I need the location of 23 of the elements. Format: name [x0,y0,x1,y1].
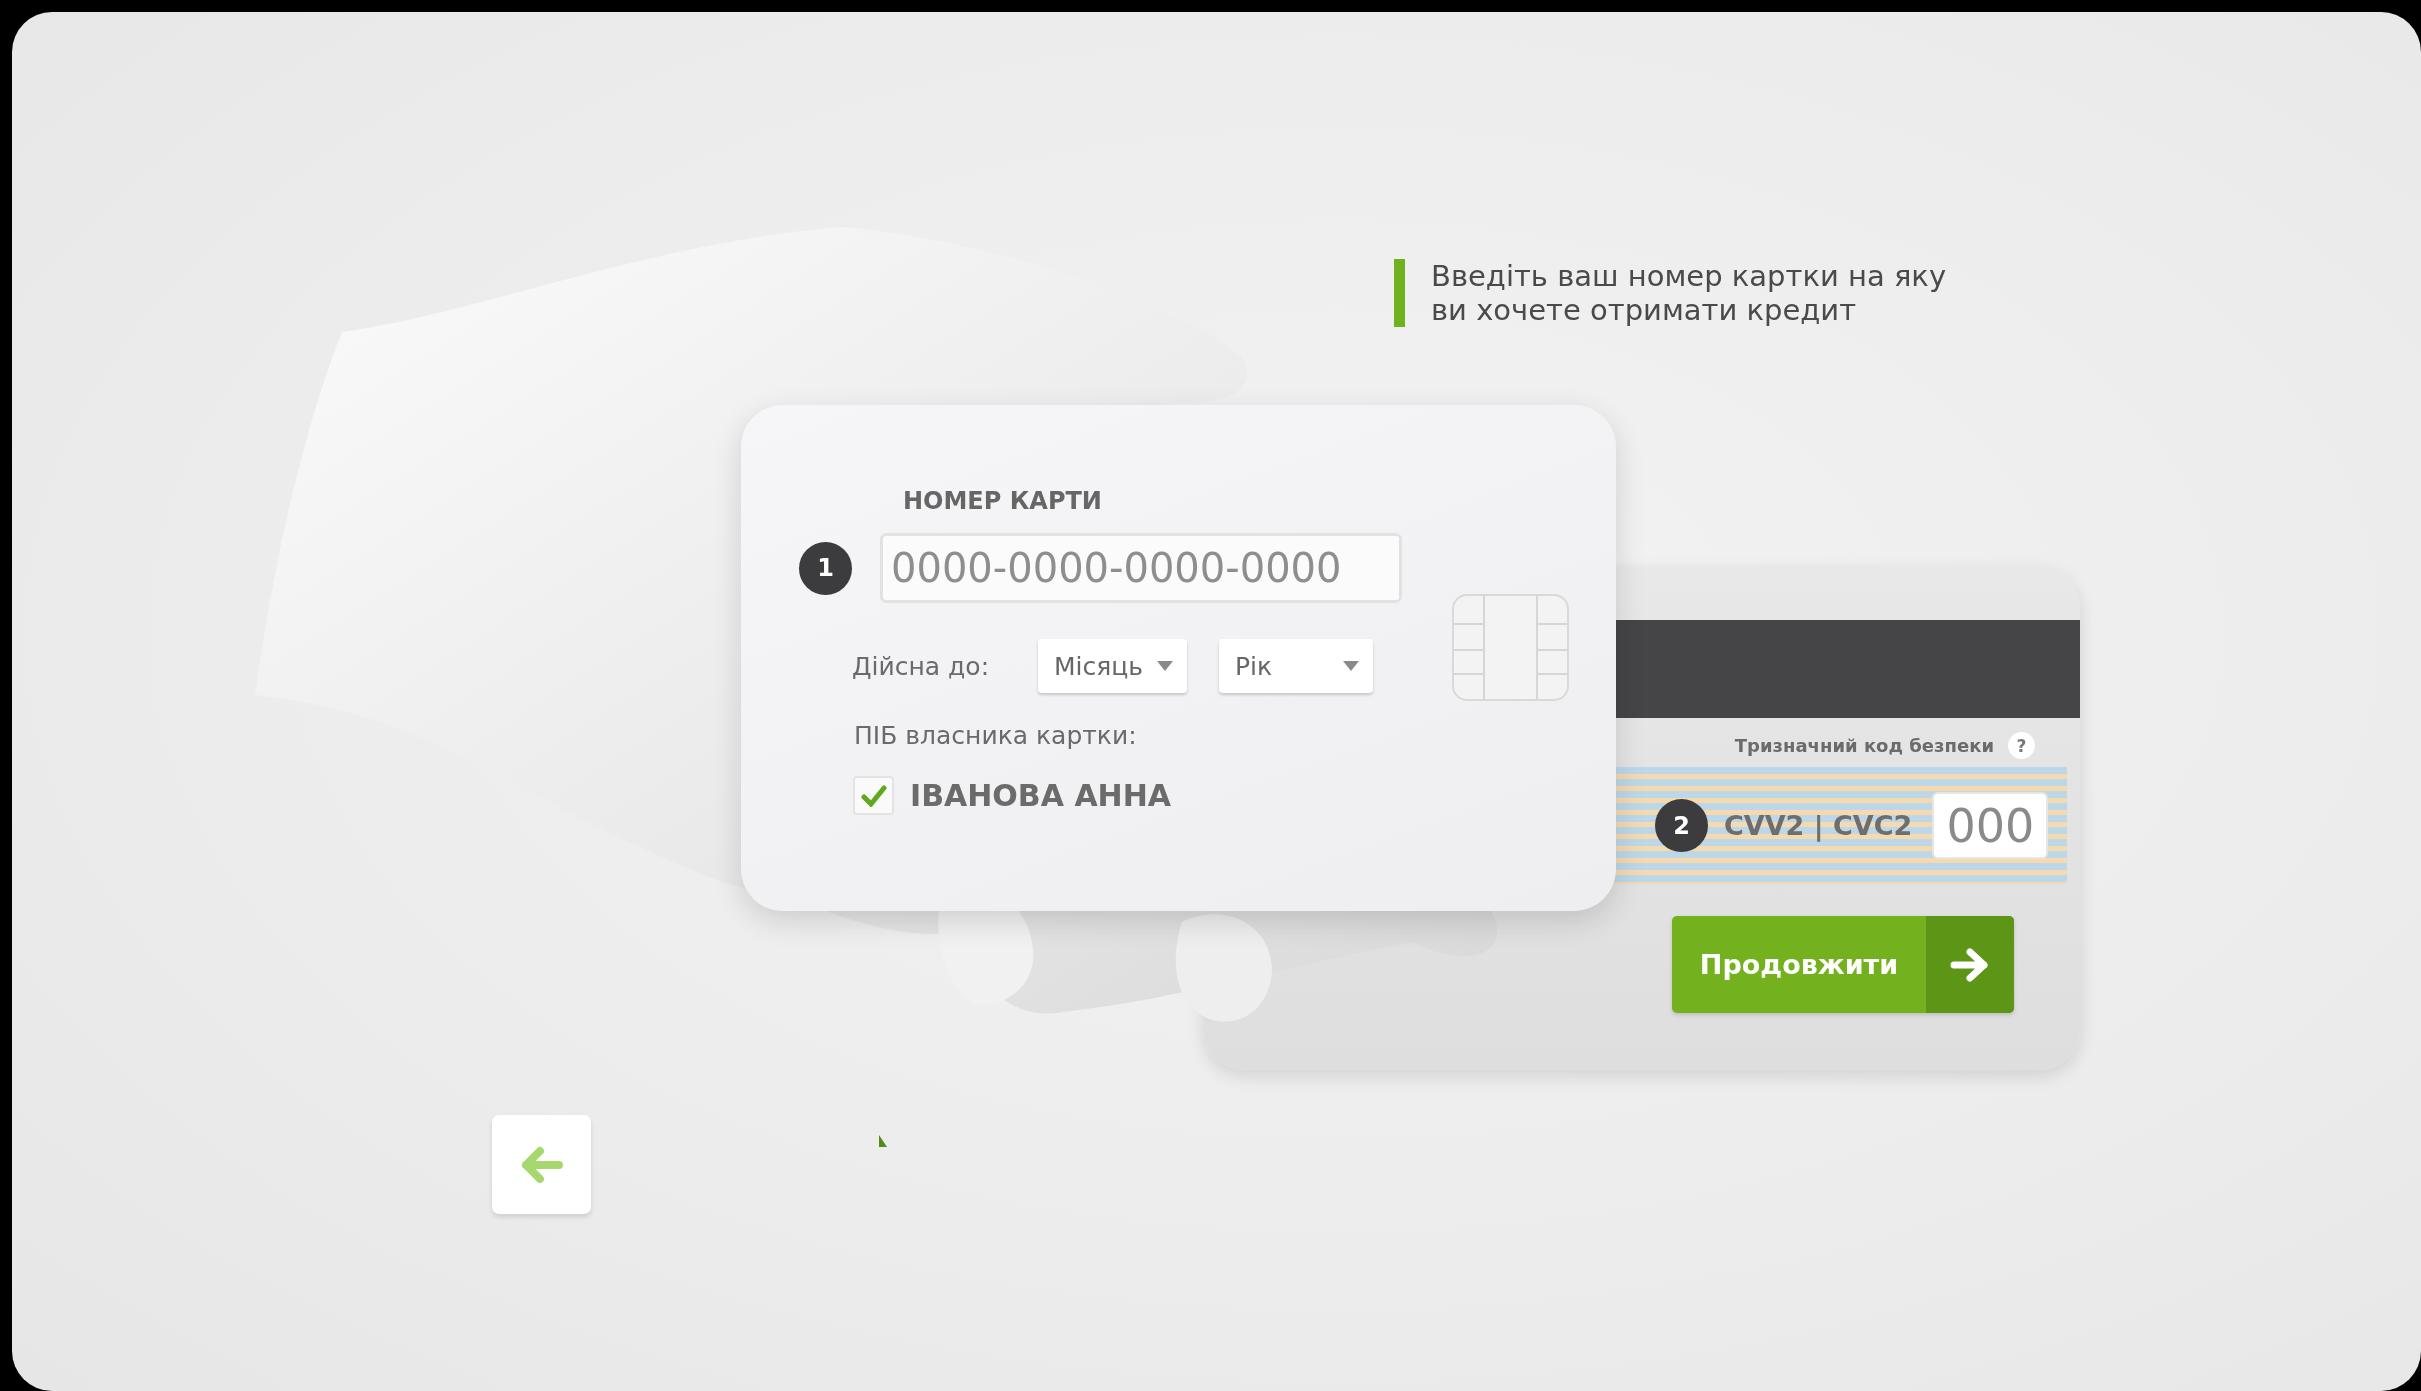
month-select[interactable]: Місяць [1038,639,1187,693]
chip-icon [1452,594,1569,701]
holder-checkbox[interactable] [853,776,894,815]
caret-icon [1157,661,1173,671]
instruction-text: Введіть ваш номер картки на яку ви хочете отримати кредит [1431,259,1947,327]
holder-name: ІВАНОВА АННА [910,778,1172,813]
card-number-label: НОМЕР КАРТИ [903,487,1103,515]
expiry-label: Дійсна до: [852,651,991,681]
cvv-field[interactable]: 000 [1932,792,2049,859]
triangle-icon [878,1135,888,1147]
security-code-label: Тризначний код безпеки [1734,735,1994,756]
caret-icon [1343,661,1359,671]
holder-label: ПІБ власника картки: [854,721,1138,750]
arrow-right-icon [1950,947,1990,982]
card-number-field[interactable]: 0000-0000-0000-0000 [880,533,1402,603]
step-badge: 2 [1655,799,1708,852]
checkmark-icon [860,784,887,807]
help-button[interactable]: ? [2008,732,2035,759]
step-badge: 1 [799,541,852,595]
cvv-label: CVV2 | CVC2 [1724,810,1913,841]
accent-bar [1394,259,1405,327]
back-button[interactable] [492,1115,591,1214]
year-select[interactable]: Рік [1219,639,1373,693]
